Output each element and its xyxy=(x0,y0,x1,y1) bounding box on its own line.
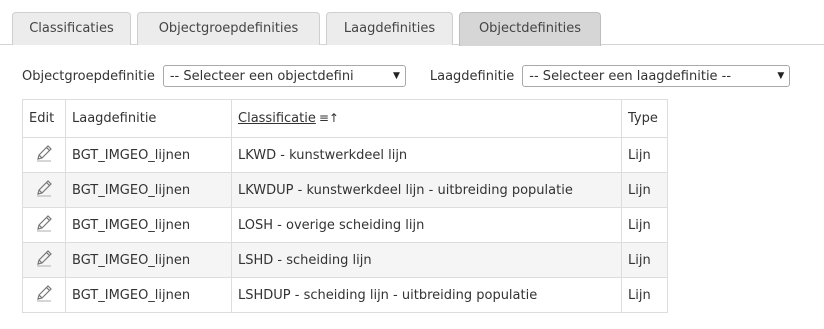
laagdefinitie-text: BGT_IMGEO_lijnen xyxy=(72,182,191,198)
tab-laagdefinities[interactable]: Laagdefinities xyxy=(326,12,453,45)
tab-objectgroepdefinities[interactable]: Objectgroepdefinities xyxy=(137,12,320,45)
tab-objectdefinities[interactable]: Objectdefinities xyxy=(459,12,601,46)
sort-ascending-icon[interactable]: ≡↑ xyxy=(319,111,339,125)
classificatie-sort-link[interactable]: Classificatie xyxy=(238,111,316,126)
header-edit: Edit xyxy=(22,99,66,138)
cell-laagdefinitie: BGT_IMGEO_lijnen xyxy=(65,172,232,208)
objectgroepdefinitie-label: Objectgroepdefinitie xyxy=(22,68,155,84)
objectdefinities-table: Edit Laagdefinitie Classificatie ≡↑ Type … xyxy=(22,99,668,313)
cell-type: Lijn xyxy=(621,277,668,313)
cell-classificatie: LSHD - scheiding lijn xyxy=(231,242,622,278)
laagdefinitie-select[interactable]: -- Selecteer een laagdefinitie -- ▼ xyxy=(522,65,791,87)
table-row: BGT_IMGEO_lijnen LOSH - overige scheiding… xyxy=(22,207,668,243)
cell-type: Lijn xyxy=(621,207,668,243)
cell-classificatie: LKWD - kunstwerkdeel lijn xyxy=(231,137,622,173)
laagdefinitie-label: Laagdefinitie xyxy=(429,68,515,84)
cell-type: Lijn xyxy=(621,172,668,208)
header-laagdefinitie: Laagdefinitie xyxy=(65,99,232,138)
cell-laagdefinitie: BGT_IMGEO_lijnen xyxy=(65,242,232,278)
laagdefinitie-text: BGT_IMGEO_lijnen xyxy=(72,217,191,233)
objectgroepdefinitie-select[interactable]: -- Selecteer een objectdefini ▼ xyxy=(162,65,406,87)
edit-cell xyxy=(22,242,66,278)
filter-bar: Objectgroepdefinitie -- Selecteer een ob… xyxy=(22,65,791,87)
edit-cell xyxy=(22,172,66,208)
header-classificatie[interactable]: Classificatie ≡↑ xyxy=(231,99,622,138)
pencil-edit-icon[interactable] xyxy=(34,143,54,167)
cell-laagdefinitie: BGT_IMGEO_lijnen xyxy=(65,137,232,173)
cell-type: Lijn xyxy=(621,242,668,278)
cell-laagdefinitie: BGT_IMGEO_lijnen xyxy=(65,277,232,313)
tab-bar: Classificaties Objectgroepdefinities Laa… xyxy=(0,0,824,46)
pencil-edit-icon[interactable] xyxy=(34,248,54,272)
edit-cell xyxy=(22,137,66,173)
header-type: Type xyxy=(621,99,668,138)
cell-laagdefinitie: BGT_IMGEO_lijnen xyxy=(65,207,232,243)
cell-classificatie: LSHDUP - scheiding lijn - uitbreiding po… xyxy=(231,277,622,313)
objectgroepdefinitie-select-value: -- Selecteer een objectdefini xyxy=(169,68,354,84)
pencil-edit-icon[interactable] xyxy=(34,178,54,202)
chevron-down-icon: ▼ xyxy=(392,71,400,81)
pencil-edit-icon[interactable] xyxy=(34,283,54,307)
chevron-down-icon: ▼ xyxy=(777,71,785,81)
edit-cell xyxy=(22,277,66,313)
table-row: BGT_IMGEO_lijnen LKWDUP - kunstwerkdeel l… xyxy=(22,172,668,208)
tab-classificaties[interactable]: Classificaties xyxy=(12,12,131,45)
laagdefinitie-select-value: -- Selecteer een laagdefinitie -- xyxy=(529,68,732,84)
pencil-edit-icon[interactable] xyxy=(34,213,54,237)
table-row: BGT_IMGEO_lijnen LSHDUP - scheiding lijn … xyxy=(22,277,668,313)
table-row: BGT_IMGEO_lijnen LKWD - kunstwerkdeel lij… xyxy=(22,137,668,173)
laagdefinitie-text: BGT_IMGEO_lijnen xyxy=(72,147,191,163)
cell-classificatie: LKWDUP - kunstwerkdeel lijn - uitbreidin… xyxy=(231,172,622,208)
laagdefinitie-text: BGT_IMGEO_lijnen xyxy=(72,287,191,303)
table-header-row: Edit Laagdefinitie Classificatie ≡↑ Type xyxy=(22,99,668,138)
cell-type: Lijn xyxy=(621,137,668,173)
laagdefinitie-text: BGT_IMGEO_lijnen xyxy=(72,252,191,268)
cell-classificatie: LOSH - overige scheiding lijn xyxy=(231,207,622,243)
edit-cell xyxy=(22,207,66,243)
table-row: BGT_IMGEO_lijnen LSHD - scheiding lijn Lij… xyxy=(22,242,668,278)
